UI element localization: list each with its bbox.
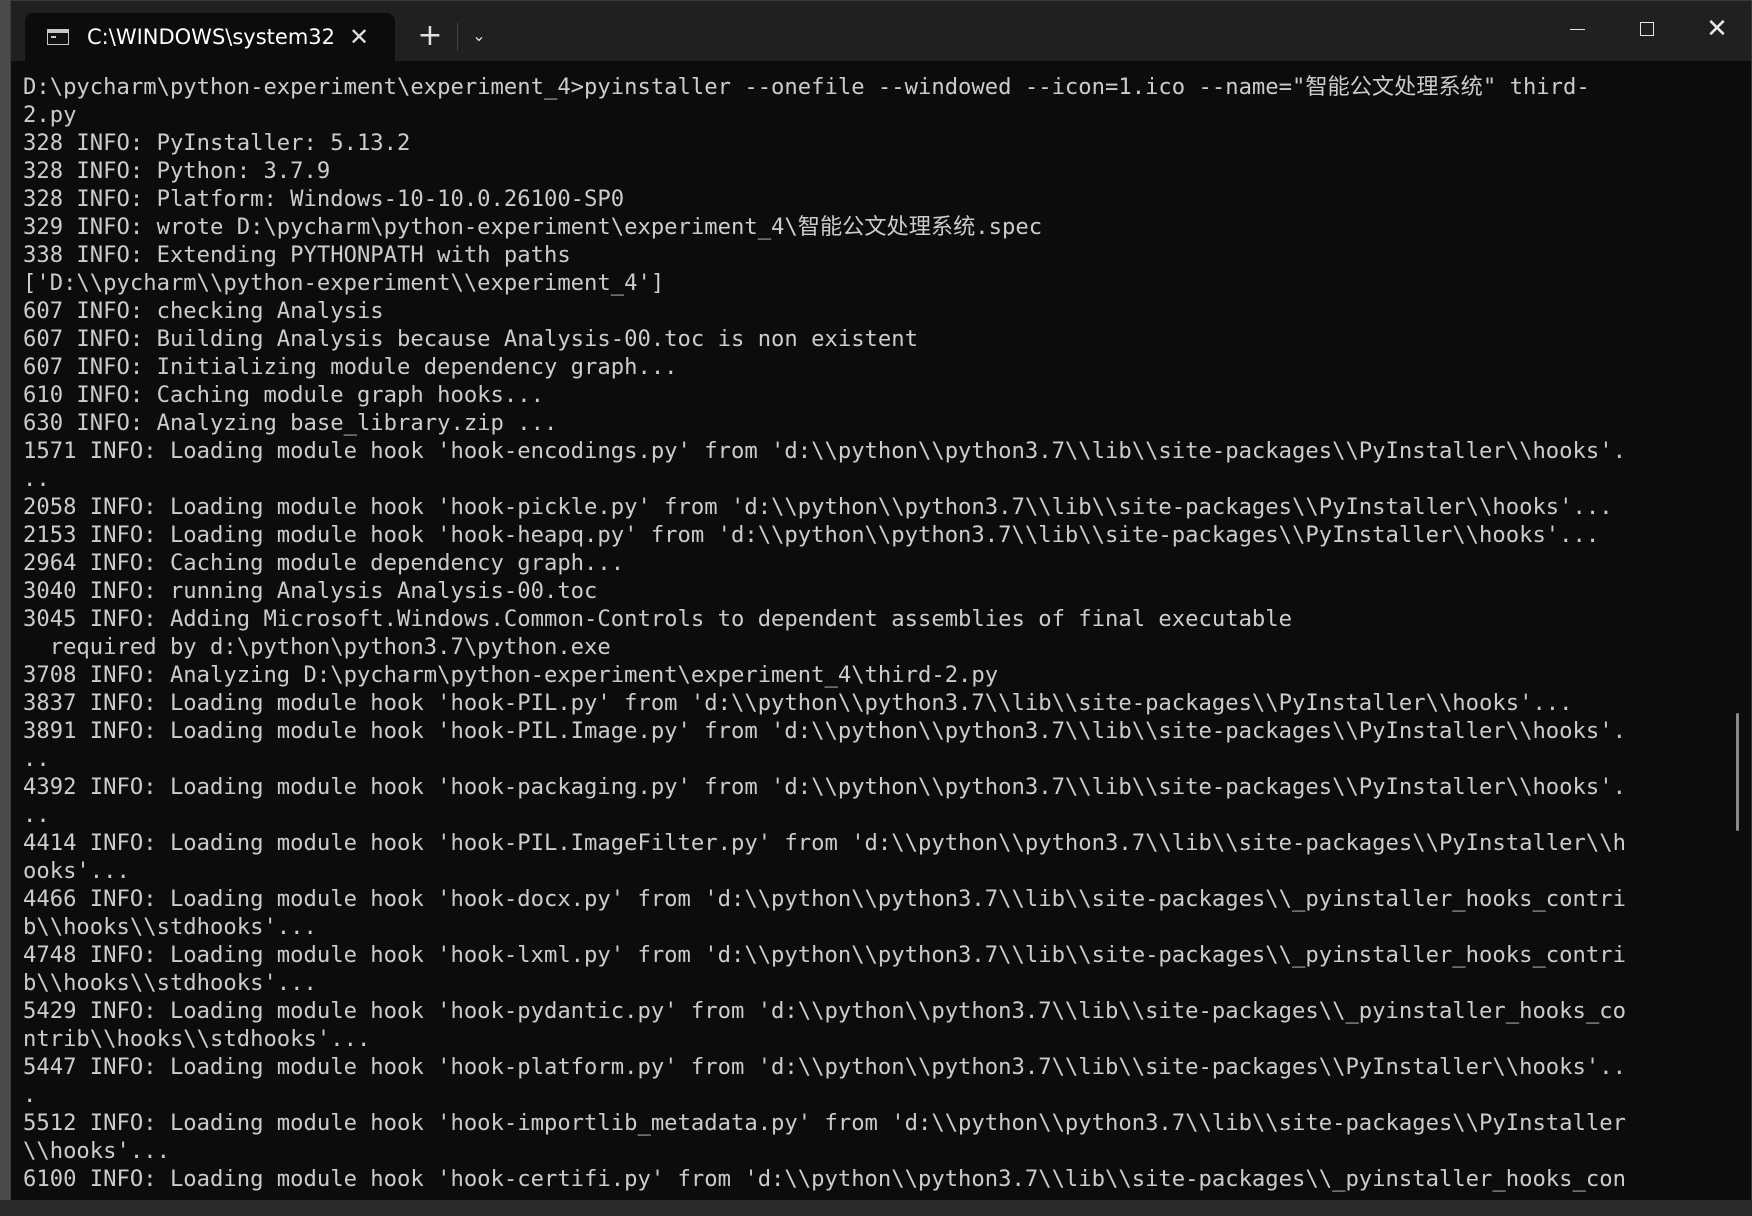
close-icon[interactable]: ✕: [349, 25, 369, 49]
console-line: 607 INFO: checking Analysis: [23, 298, 384, 324]
console-line: ..: [23, 466, 50, 492]
console-line: 328 INFO: Python: 3.7.9: [23, 158, 331, 184]
tab-cmd[interactable]: C:\WINDOWS\system32 ✕: [25, 13, 395, 61]
console-line: \\hooks'...: [23, 1138, 170, 1164]
console-line: 630 INFO: Analyzing base_library.zip ...: [23, 410, 558, 436]
console-line: ..: [23, 802, 50, 828]
background-explorer-strip: [0, 1200, 1752, 1216]
console-line: 2964 INFO: Caching module dependency gra…: [23, 550, 625, 576]
console-line: 6100 INFO: Loading module hook 'hook-cer…: [23, 1166, 1626, 1192]
console-output[interactable]: D:\pycharm\python-experiment\experiment_…: [23, 73, 1713, 1193]
tab-separator: [457, 23, 458, 51]
console-line: .: [23, 1082, 37, 1108]
console-line: 328 INFO: Platform: Windows-10-10.0.2610…: [23, 186, 625, 212]
console-line: b\\hooks\\stdhooks'...: [23, 970, 317, 996]
console-line: 610 INFO: Caching module graph hooks...: [23, 382, 544, 408]
cmd-icon: [47, 29, 69, 45]
console-line: 5429 INFO: Loading module hook 'hook-pyd…: [23, 998, 1626, 1024]
terminal-window: C:\WINDOWS\system32 ✕ + ⌄ ✕ D:\pycharm\p…: [10, 0, 1752, 1210]
title-bar[interactable]: C:\WINDOWS\system32 ✕ + ⌄ ✕: [11, 1, 1751, 61]
console-line: b\\hooks\\stdhooks'...: [23, 914, 317, 940]
console-line: 3891 INFO: Loading module hook 'hook-PIL…: [23, 718, 1626, 744]
console-line: 4748 INFO: Loading module hook 'hook-lxm…: [23, 942, 1626, 968]
console-line: D:\pycharm\python-experiment\experiment_…: [23, 74, 1590, 100]
console-line: ..: [23, 746, 50, 772]
plus-icon[interactable]: +: [413, 19, 447, 53]
console-line: 1571 INFO: Loading module hook 'hook-enc…: [23, 438, 1626, 464]
console-line: 607 INFO: Building Analysis because Anal…: [23, 326, 918, 352]
console-line: 2153 INFO: Loading module hook 'hook-hea…: [23, 522, 1600, 548]
console-line: 329 INFO: wrote D:\pycharm\python-experi…: [23, 214, 1043, 240]
console-line: ['D:\\pycharm\\python-experiment\\experi…: [23, 270, 665, 296]
minimize-icon[interactable]: [1547, 7, 1607, 51]
chevron-down-icon[interactable]: ⌄: [463, 19, 495, 53]
console-line: 4466 INFO: Loading module hook 'hook-doc…: [23, 886, 1626, 912]
console-line: 607 INFO: Initializing module dependency…: [23, 354, 678, 380]
console-line: 5447 INFO: Loading module hook 'hook-pla…: [23, 1054, 1626, 1080]
maximize-icon[interactable]: [1617, 7, 1677, 51]
scrollbar-thumb[interactable]: [1736, 713, 1739, 831]
console-line: ooks'...: [23, 858, 130, 884]
tab-title: C:\WINDOWS\system32: [87, 25, 335, 49]
console-line: 338 INFO: Extending PYTHONPATH with path…: [23, 242, 571, 268]
close-window-icon[interactable]: ✕: [1687, 7, 1747, 51]
console-line: 2058 INFO: Loading module hook 'hook-pic…: [23, 494, 1613, 520]
console-line: 4414 INFO: Loading module hook 'hook-PIL…: [23, 830, 1626, 856]
console-line: 3045 INFO: Adding Microsoft.Windows.Comm…: [23, 606, 1293, 632]
console-line: 3837 INFO: Loading module hook 'hook-PIL…: [23, 690, 1573, 716]
console-line: 3040 INFO: running Analysis Analysis-00.…: [23, 578, 598, 604]
console-line: required by d:\python\python3.7\python.e…: [23, 634, 611, 660]
console-line: 4392 INFO: Loading module hook 'hook-pac…: [23, 774, 1626, 800]
console-line: 2.py: [23, 102, 77, 128]
console-line: 5512 INFO: Loading module hook 'hook-imp…: [23, 1110, 1626, 1136]
console-line: 3708 INFO: Analyzing D:\pycharm\python-e…: [23, 662, 999, 688]
console-line: 328 INFO: PyInstaller: 5.13.2: [23, 130, 411, 156]
console-line: ntrib\\hooks\\stdhooks'...: [23, 1026, 371, 1052]
